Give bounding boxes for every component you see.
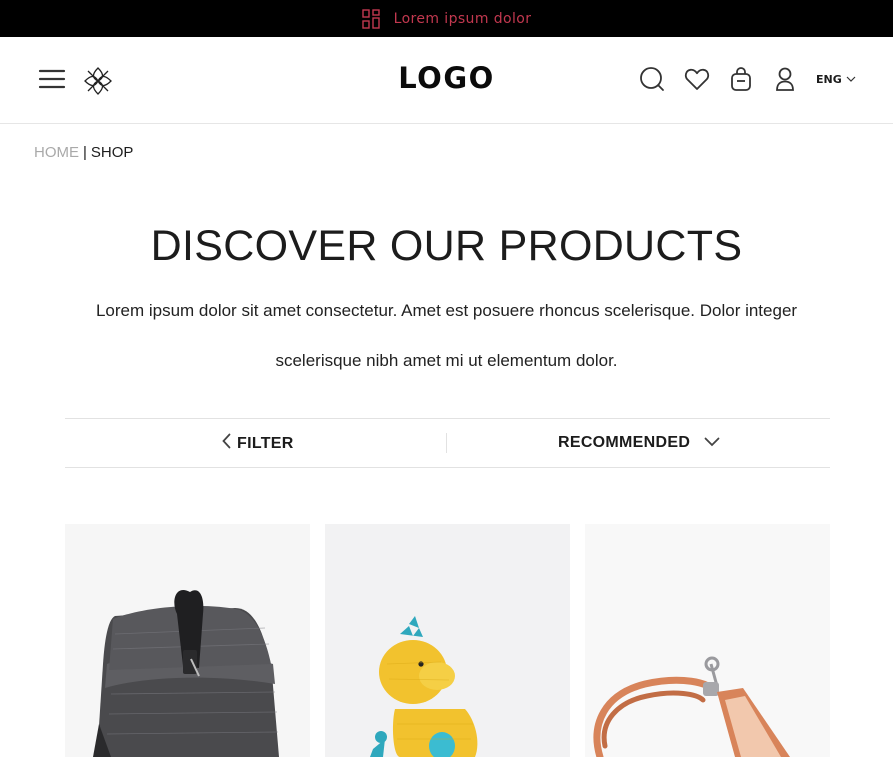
leather-card-holder-image <box>585 524 830 757</box>
language-selector[interactable]: ENG <box>816 73 856 86</box>
breadcrumb-current: SHOP <box>90 144 134 161</box>
product-toolbar: FILTER RECOMMENDED <box>65 418 830 468</box>
chevron-down-icon <box>846 73 856 86</box>
toolbar-divider <box>446 433 447 453</box>
bag-icon[interactable] <box>728 66 754 92</box>
breadcrumb-separator: | <box>83 144 87 161</box>
sort-label: RECOMMENDED <box>558 434 691 451</box>
site-header: LOGO ENG <box>0 37 893 124</box>
backpack-image <box>65 524 310 757</box>
product-card[interactable] <box>65 524 310 757</box>
product-card[interactable] <box>585 524 830 757</box>
page-intro: Lorem ipsum dolor sit amet consectetur. … <box>95 301 798 370</box>
chevron-left-icon <box>222 433 231 454</box>
product-grid <box>65 524 830 757</box>
user-icon[interactable] <box>772 66 798 92</box>
site-logo[interactable]: LOGO <box>0 61 893 95</box>
chevron-down-icon <box>704 434 720 452</box>
heart-icon[interactable] <box>684 66 710 92</box>
product-card[interactable] <box>325 524 570 757</box>
crochet-dinosaur-image <box>325 524 570 757</box>
filter-label: FILTER <box>237 434 294 452</box>
language-label: ENG <box>816 73 842 86</box>
breadcrumb-home-link[interactable]: HOME <box>34 144 79 161</box>
sort-dropdown[interactable]: RECOMMENDED <box>558 434 720 452</box>
announcement-bar: Lorem ipsum dolor <box>0 0 893 37</box>
page-title: DISCOVER OUR PRODUCTS <box>150 222 743 270</box>
filter-button[interactable]: FILTER <box>222 433 294 454</box>
grid-icon <box>361 8 380 29</box>
breadcrumb: HOME | SHOP <box>34 144 133 161</box>
search-icon[interactable] <box>639 66 665 92</box>
announcement-text[interactable]: Lorem ipsum dolor <box>394 11 532 27</box>
